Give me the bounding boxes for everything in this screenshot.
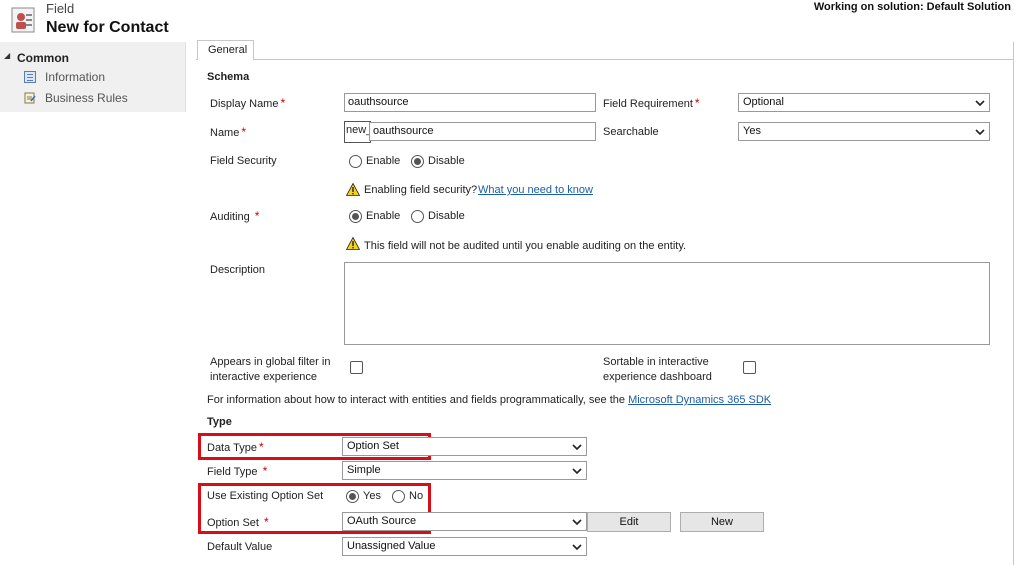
required-marker: * — [258, 440, 264, 454]
sdk-link[interactable]: Microsoft Dynamics 365 SDK — [628, 394, 771, 406]
use-existing-no-label: No — [409, 490, 424, 502]
auditing-warning: This field will not be audited until you… — [364, 240, 687, 252]
use-existing-no-radio[interactable] — [392, 490, 405, 503]
sdk-info-text: For information about how to interact wi… — [207, 394, 772, 406]
required-marker: * — [262, 464, 268, 478]
type-heading: Type — [207, 416, 232, 428]
global-filter-checkbox[interactable] — [350, 361, 363, 374]
default-value-label: Default Value — [207, 541, 273, 553]
chevron-down-icon — [975, 129, 985, 136]
solution-label: Working on solution: Default Solution — [813, 1, 1011, 13]
chevron-down-icon — [975, 100, 985, 107]
required-marker: * — [254, 209, 260, 223]
name-input[interactable]: oauthsource — [369, 122, 596, 141]
description-label: Description — [210, 264, 266, 276]
content-border — [1013, 42, 1014, 565]
sidebar-item-label: Business Rules — [45, 91, 128, 105]
warning-icon — [345, 182, 361, 196]
field-security-enable-radio[interactable] — [349, 155, 362, 168]
warning-icon — [345, 236, 361, 250]
tab-general[interactable]: General — [197, 40, 254, 60]
edit-option-set-button[interactable]: Edit — [587, 512, 671, 532]
auditing-enable-label: Enable — [366, 210, 401, 222]
sidebar-section-common[interactable]: Common — [17, 51, 69, 65]
field-security-disable-label: Disable — [428, 155, 465, 167]
auditing-label: Auditing * — [210, 209, 260, 223]
chevron-down-icon — [572, 544, 582, 551]
information-icon — [24, 71, 36, 83]
display-name-label: Display Name * — [210, 96, 286, 110]
new-option-set-button[interactable]: New — [680, 512, 764, 532]
schema-heading: Schema — [207, 71, 250, 83]
field-security-disable-radio[interactable] — [411, 155, 424, 168]
name-label: Name * — [210, 125, 247, 139]
field-security-warning: Enabling field security? — [364, 184, 478, 196]
sortable-label: Sortable in interactive experience dashb… — [603, 356, 712, 383]
option-set-select[interactable]: OAuth Source — [342, 512, 587, 531]
auditing-enable-radio[interactable] — [349, 210, 362, 223]
data-type-label: Data Type * — [207, 440, 264, 454]
page-title: New for Contact — [46, 19, 169, 36]
auditing-disable-label: Disable — [428, 210, 465, 222]
chevron-down-icon — [572, 519, 582, 526]
auditing-disable-radio[interactable] — [411, 210, 424, 223]
sidebar-item-label: Information — [45, 70, 106, 84]
business-rules-icon — [24, 92, 36, 104]
what-you-need-to-know-link[interactable]: What you need to know — [478, 184, 593, 196]
field-type-select[interactable]: Simple — [342, 461, 587, 480]
global-filter-label: Appears in global filter in interactive … — [210, 356, 331, 383]
sortable-checkbox[interactable] — [743, 361, 756, 374]
sidebar-item-business-rules[interactable]: Business Rules — [24, 90, 174, 106]
field-security-label: Field Security — [210, 155, 277, 167]
field-requirement-select[interactable]: Optional — [738, 93, 990, 112]
searchable-select[interactable]: Yes — [738, 122, 990, 141]
data-type-select[interactable]: Option Set — [342, 437, 587, 456]
tab-strip-line — [196, 59, 1013, 60]
name-prefix: new_ — [344, 121, 372, 143]
use-existing-yes-label: Yes — [363, 490, 381, 502]
field-entity-icon — [10, 6, 38, 34]
field-type-label: Field Type * — [207, 464, 268, 478]
field-requirement-label: Field Requirement * — [603, 96, 700, 110]
description-textarea[interactable] — [344, 262, 990, 345]
default-value-select[interactable]: Unassigned Value — [342, 537, 587, 556]
option-set-label: Option Set * — [207, 515, 269, 529]
chevron-down-icon — [572, 444, 582, 451]
sidebar-item-information[interactable]: Information — [24, 69, 174, 85]
required-marker: * — [241, 125, 247, 139]
use-existing-yes-radio[interactable] — [346, 490, 359, 503]
use-existing-label: Use Existing Option Set — [207, 490, 324, 502]
chevron-down-icon — [572, 468, 582, 475]
sidebar-section-toggle[interactable]: ◢ — [4, 51, 10, 60]
searchable-label: Searchable — [603, 126, 659, 138]
breadcrumb: Field — [46, 1, 75, 16]
field-security-enable-label: Enable — [366, 155, 401, 167]
display-name-input[interactable]: oauthsource — [344, 93, 596, 112]
required-marker: * — [694, 96, 700, 110]
required-marker: * — [263, 515, 269, 529]
required-marker: * — [280, 96, 286, 110]
